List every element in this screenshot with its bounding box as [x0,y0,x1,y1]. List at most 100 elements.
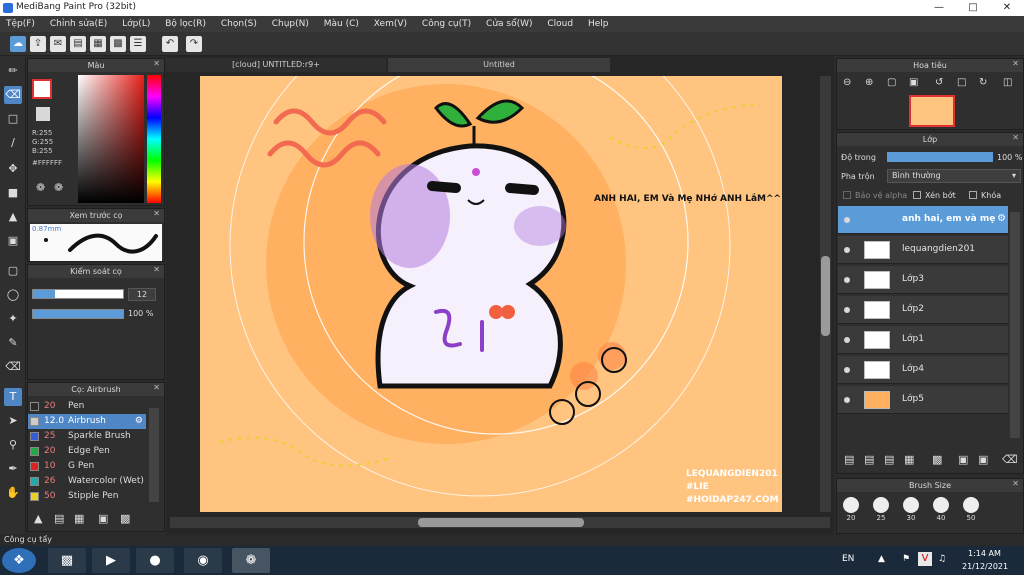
undo-icon[interactable]: ↶ [162,36,178,52]
brush-item-g-pen[interactable]: 10 G Pen [28,459,146,474]
visibility-icon[interactable] [844,337,850,343]
layer-item[interactable]: Lớp3 [838,266,1008,294]
explorer-icon[interactable]: ▩ [48,548,86,573]
bucket-tool-icon[interactable]: ▲ [4,208,22,226]
brush-menu-icon[interactable]: ▦ [74,512,84,525]
tab-cloud-untitled[interactable]: [cloud] UNTITLED:r9+ [166,58,386,72]
new-halftone-layer-icon[interactable]: ▤ [864,453,874,466]
new-brush-icon[interactable]: ▤ [54,512,64,525]
visibility-icon[interactable] [844,397,850,403]
close-icon[interactable]: ✕ [153,265,160,274]
brush-size-option[interactable]: 20 [841,497,861,533]
layers-scrollbar[interactable] [1010,212,1020,438]
rotate-left-icon[interactable]: ↺ [935,77,943,88]
close-icon[interactable]: ✕ [1012,133,1019,142]
secondary-color-swatch[interactable] [36,107,50,121]
brush-item-airbrush[interactable]: 12.0 Airbrush ⚙ [28,414,146,429]
clock-date[interactable]: 21/12/2021 [962,562,1008,571]
select-tool-icon[interactable]: ▢ [4,262,22,280]
layer-item[interactable]: Lớp4 [838,356,1008,384]
pen-tool-icon[interactable]: ✒ [4,460,22,478]
brush-item-pen[interactable]: 20 Pen [28,399,146,414]
close-icon[interactable]: ✕ [1012,59,1019,68]
menu-filter[interactable]: Bộ lọc(R) [159,16,212,32]
medibang-taskbar-icon[interactable]: ❁ [232,548,270,573]
app-icon[interactable]: ● [136,548,174,573]
flag-icon[interactable]: ⚑ [902,554,910,564]
eraser-tool-icon[interactable]: ⌫ [4,86,22,104]
brush-item-watercolor[interactable]: 26 Watercolor (Wet) [28,474,146,489]
save-icon[interactable]: ▦ [90,36,106,52]
redo-icon[interactable]: ↷ [186,36,202,52]
rectangle-tool-icon[interactable]: □ [4,110,22,128]
gradient-tool-icon[interactable]: ▣ [4,232,22,250]
menu-file[interactable]: Tệp(F) [0,16,41,32]
menu-snap[interactable]: Chụp(N) [266,16,315,32]
layer-item[interactable]: anh hai, em và mẹ ⚙ [838,206,1008,234]
grid-icon[interactable]: ▩ [110,36,126,52]
lasso-tool-icon[interactable]: ◯ [4,286,22,304]
layer-item[interactable]: lequangdien201 [838,236,1008,264]
copy-brush-icon[interactable]: ▣ [98,512,108,525]
brush-list-scrollbar[interactable] [149,408,159,502]
magic-wand-icon[interactable]: ✦ [4,310,22,328]
reset-icon[interactable]: □ [957,77,966,88]
layer-item[interactable]: Lớp5 [838,386,1008,414]
tray-expand-icon[interactable]: ▲ [878,554,885,564]
brush-tool-icon[interactable]: ✏ [4,62,22,80]
fit-icon[interactable]: ▢ [887,77,896,88]
canvas-vertical-scrollbar[interactable] [820,76,831,512]
brush-size-option[interactable]: 25 [871,497,891,533]
gear-icon[interactable]: ⚙ [135,414,143,429]
duplicate-layer-icon[interactable]: ▣ [958,453,968,466]
layer-item[interactable]: Lớp1 [838,326,1008,354]
share-icon[interactable]: ⇪ [30,36,46,52]
volume-icon[interactable]: ♫ [938,554,946,564]
select-pen-icon[interactable]: ✎ [4,334,22,352]
text-tool-icon[interactable]: T [4,388,22,406]
visibility-icon[interactable] [844,307,850,313]
brush-size-option[interactable]: 30 [901,497,921,533]
clipping-checkbox[interactable] [913,191,921,199]
zoom-in-icon[interactable]: ⊕ [865,77,873,88]
brush-size-value[interactable]: 12 [128,288,156,301]
saturation-value-picker[interactable] [78,75,144,203]
brush-item-edge-pen[interactable]: 20 Edge Pen [28,444,146,459]
clock-time[interactable]: 1:14 AM [968,549,1001,558]
rotate-right-icon[interactable]: ↻ [979,77,987,88]
operation-tool-icon[interactable]: ➤ [4,412,22,430]
hand-tool-icon[interactable]: ✋ [4,484,22,502]
zoom-out-icon[interactable]: ⊖ [843,77,851,88]
line-tool-icon[interactable]: ∕ [4,134,22,152]
brush-item-stipple[interactable]: 50 Stipple Pen [28,489,146,504]
menu-color[interactable]: Màu (C) [318,16,365,32]
brush-size-option[interactable]: 40 [931,497,951,533]
drawing-canvas[interactable]: ANH HAI, EM Và Mẹ NHớ ANH LắM^^ LEQUANGD… [200,76,782,512]
protect-alpha-checkbox[interactable] [843,191,851,199]
color-settings-icon[interactable]: ❁ [54,181,63,194]
menu-cloud[interactable]: Cloud [541,16,579,32]
chat-icon[interactable]: ✉ [50,36,66,52]
eyedropper-tool-icon[interactable]: ⚲ [4,436,22,454]
new-8bit-layer-icon[interactable]: ▤ [884,453,894,466]
new-layer-icon[interactable]: ▤ [844,453,854,466]
list-icon[interactable]: ☰ [130,36,146,52]
unikey-icon[interactable]: V [918,552,932,566]
visibility-icon[interactable] [844,247,850,253]
visibility-icon[interactable] [844,367,850,373]
blend-mode-select[interactable]: Bình thường ▾ [887,169,1021,183]
menu-help[interactable]: Help [582,16,615,32]
close-button[interactable]: ✕ [990,0,1024,16]
tab-untitled[interactable]: Untitled [388,58,610,72]
cloud-icon[interactable]: ☁ [10,36,26,52]
minimize-button[interactable]: — [922,0,956,16]
fill-tool-icon[interactable]: ■ [4,184,22,202]
brush-item-sparkle[interactable]: 25 Sparkle Brush [28,429,146,444]
add-brush-icon[interactable]: ▲ [34,512,42,525]
visibility-icon[interactable] [844,277,850,283]
menu-layer[interactable]: Lớp(L) [116,16,156,32]
menu-window[interactable]: Cửa sổ(W) [480,16,538,32]
menu-tools[interactable]: Công cụ(T) [416,16,477,32]
layer-menu-icon[interactable]: ▦ [904,453,914,466]
move-tool-icon[interactable]: ✥ [4,160,22,178]
